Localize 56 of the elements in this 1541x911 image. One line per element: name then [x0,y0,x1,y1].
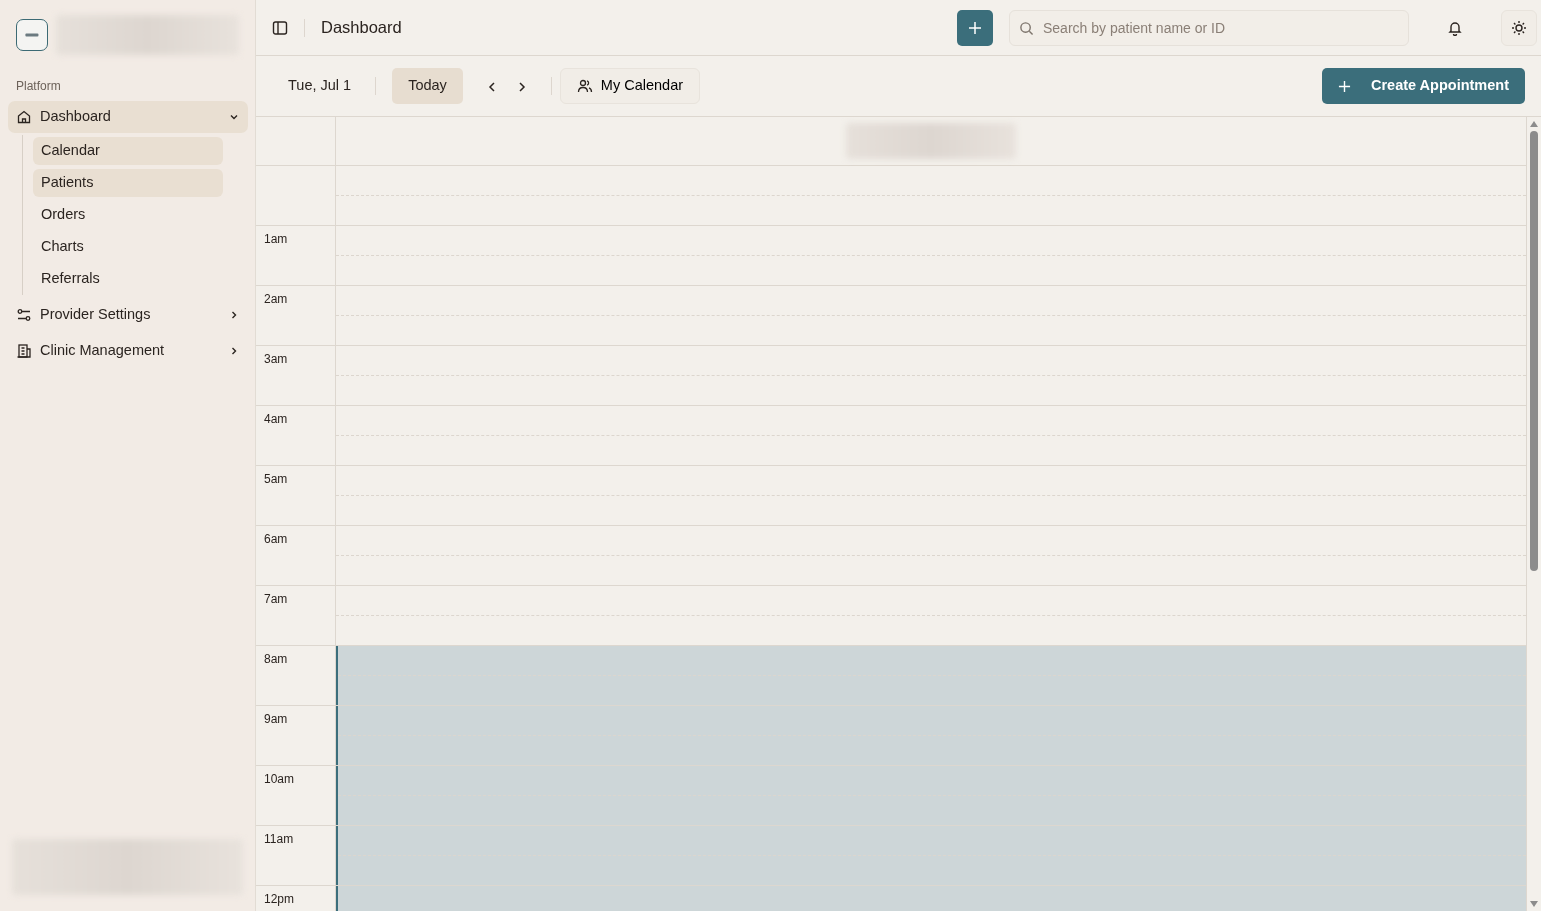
scroll-up-icon[interactable] [1530,121,1538,127]
sidebar-item[interactable]: Clinic Management [8,335,248,367]
working-hours-slot[interactable] [336,766,1527,825]
time-label: 4am [264,412,288,426]
working-hours-slot[interactable] [336,706,1527,765]
notification-bell-icon[interactable] [1447,19,1463,36]
sidebar-subitem[interactable]: Orders [33,201,223,229]
add-button[interactable] [957,9,993,46]
calendar-filter-button[interactable]: My Calendar [559,68,701,104]
time-slot[interactable] [336,286,1527,345]
sidebar-subitem[interactable]: Patients [33,169,223,197]
time-slot[interactable] [336,166,1527,225]
building-icon [16,343,32,359]
time-label: 1am [264,232,288,246]
time-label: 6am [264,532,288,546]
theme-toggle-button[interactable] [1501,9,1537,46]
time-label: 8am [264,652,288,666]
plus-icon [1337,79,1351,93]
plus-icon [968,20,982,35]
time-slot[interactable] [336,586,1527,645]
time-label: 2am [264,292,288,306]
sidebar-subitem[interactable]: Referrals [33,265,223,293]
current-date: Tue, Jul 1 [287,76,353,96]
sidebar-item[interactable]: Provider Settings [8,299,248,331]
sidebar-subitem[interactable]: Charts [33,233,223,261]
time-slot[interactable] [336,526,1527,585]
working-hours-slot[interactable] [336,646,1527,705]
section-label: Platform [15,78,62,95]
today-button[interactable]: Today [392,68,463,104]
time-slot[interactable] [336,466,1527,525]
sidebar-subitem[interactable]: Calendar [33,137,223,165]
time-label: 9am [264,712,288,726]
chevron-left-icon [486,80,497,93]
time-label: 10am [264,772,295,786]
sun-icon [1511,19,1527,36]
scrollbar-thumb[interactable] [1530,131,1538,571]
chevron-right-icon [516,80,527,93]
page-title: Dashboard [321,17,402,39]
time-label: 7am [264,592,288,606]
time-label: 11am [264,832,294,846]
working-hours-slot[interactable] [336,826,1527,885]
search-field[interactable]: Search by patient name or ID [1009,9,1409,46]
logo-icon [16,19,48,51]
time-label: 5am [264,472,288,486]
sidebar-toggle-icon[interactable] [272,19,288,36]
sidebar-item[interactable]: Dashboard [8,101,248,133]
time-slot[interactable] [336,346,1527,405]
create-appointment-button[interactable]: Create Appointment [1321,68,1525,104]
users-icon [576,78,593,94]
time-slot[interactable] [336,406,1527,465]
scroll-down-icon[interactable] [1530,901,1538,907]
time-slot[interactable] [336,226,1527,285]
time-label: 12pm [264,892,295,906]
sliders-icon [16,307,32,323]
time-label: 3am [264,352,288,366]
home-icon [16,109,32,125]
